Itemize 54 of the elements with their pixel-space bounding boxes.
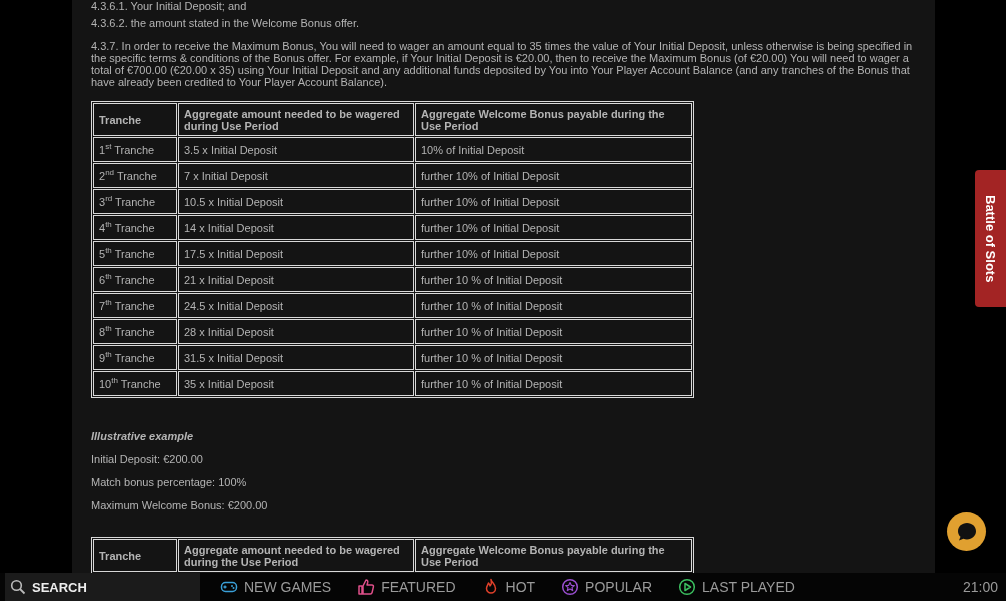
- nav-link[interactable]: NEW GAMES: [220, 578, 332, 596]
- nav-link[interactable]: HOT: [481, 578, 536, 596]
- clause-text: 4.3.6.1. Your Initial Deposit; and: [91, 0, 248, 12]
- table-cell: 31.5 x Initial Deposit: [178, 345, 414, 370]
- table-cell: 2$^{nd}$ Tranche: [93, 163, 177, 188]
- table-cell: further 10 % of Initial Deposit: [415, 319, 692, 344]
- table-cell: 6$^{th}$ Tranche: [93, 267, 177, 292]
- table-cell: 4$^{th}$ Tranche: [93, 215, 177, 240]
- table-cell: 35 x Initial Deposit: [178, 371, 414, 396]
- nav-link[interactable]: LAST PLAYED: [678, 578, 795, 596]
- search-field[interactable]: SEARCH: [5, 573, 200, 601]
- column-header: Aggregate amount needed to be wagered during Use Period: [178, 103, 414, 136]
- table-cell: further 10% of Initial Deposit: [415, 163, 692, 188]
- clock-time: 21:00: [962, 579, 998, 595]
- table-cell: 7 x Initial Deposit: [178, 163, 414, 188]
- table-cell: 9$^{th}$ Tranche: [93, 345, 177, 370]
- table-cell: 3$^{rd}$ Tranche: [93, 189, 177, 214]
- column-header: Tranche: [93, 103, 177, 136]
- column-header: Aggregate amount needed to be wagered during the Use Period: [178, 539, 414, 572]
- table-cell: 10% of Initial Deposit: [415, 137, 692, 162]
- table-cell: 3.5 x Initial Deposit: [178, 137, 414, 162]
- table-cell: 21 x Initial Deposit: [178, 267, 414, 292]
- table-cell: further 10 % of Initial Deposit: [415, 371, 692, 396]
- example-line: Match bonus percentage: 100%: [91, 476, 248, 489]
- table-cell: further 10 % of Initial Deposit: [415, 267, 692, 292]
- table-cell: 10.5 x Initial Deposit: [178, 189, 414, 214]
- column-header: Aggregate Welcome Bonus payable during the Use Period: [415, 103, 692, 136]
- column-header: Tranche: [93, 539, 177, 572]
- table-cell: 17.5 x Initial Deposit: [178, 241, 414, 266]
- table-cell: further 10% of Initial Deposit: [415, 215, 692, 240]
- table-cell: further 10 % of Initial Deposit: [415, 293, 692, 318]
- table-cell: 28 x Initial Deposit: [178, 319, 414, 344]
- side-tab[interactable]: Battle of Slots: [975, 170, 1006, 307]
- column-header: Aggregate Welcome Bonus payable during the Use Period: [415, 539, 692, 572]
- table-cell: further 10% of Initial Deposit: [415, 241, 692, 266]
- chat-button[interactable]: [947, 512, 986, 551]
- clause-text: 4.3.7. In order to receive the Maximum Bonus, You will need to wager an amount equal to 35 times the value of Your Initial Deposit, unless otherwise is being specified in the specific terms & conditions of the Bonus offer. For example, if Your Initial Deposit is €20.00, then to receive the Maximum Bonus (of €20.00) You will need to wager a total of €700.00 (€20.00 x 35) using Your Initial Deposit and any additional funds deposited by You into Your Player Account Balance (and any tranches of the Bonus that have already been credited to Your Player Account Balance).: [91, 40, 914, 88]
- search-icon: [10, 579, 26, 595]
- example-title: Illustrative example: [91, 430, 195, 443]
- table-cell: 10$^{th}$ Tranche: [93, 371, 177, 396]
- example-line: Initial Deposit: €200.00: [91, 453, 204, 466]
- table-cell: 14 x Initial Deposit: [178, 215, 414, 240]
- clause-text: 4.3.6.2. the amount stated in the Welcome Bonus offer.: [91, 17, 361, 29]
- nav-link[interactable]: POPULAR: [561, 578, 653, 596]
- table-cell: 8$^{th}$ Tranche: [93, 319, 177, 344]
- speech-bubble-icon: [955, 520, 978, 543]
- table-cell: 1$^{st}$ Tranche: [93, 137, 177, 162]
- table-cell: 24.5 x Initial Deposit: [178, 293, 414, 318]
- table-cell: further 10 % of Initial Deposit: [415, 345, 692, 370]
- table-cell: 7$^{th}$ Tranche: [93, 293, 177, 318]
- example-line: Maximum Welcome Bonus: €200.00: [91, 499, 269, 512]
- nav-link[interactable]: FEATURED: [357, 578, 456, 596]
- table-cell: 5$^{th}$ Tranche: [93, 241, 177, 266]
- table-cell: further 10% of Initial Deposit: [415, 189, 692, 214]
